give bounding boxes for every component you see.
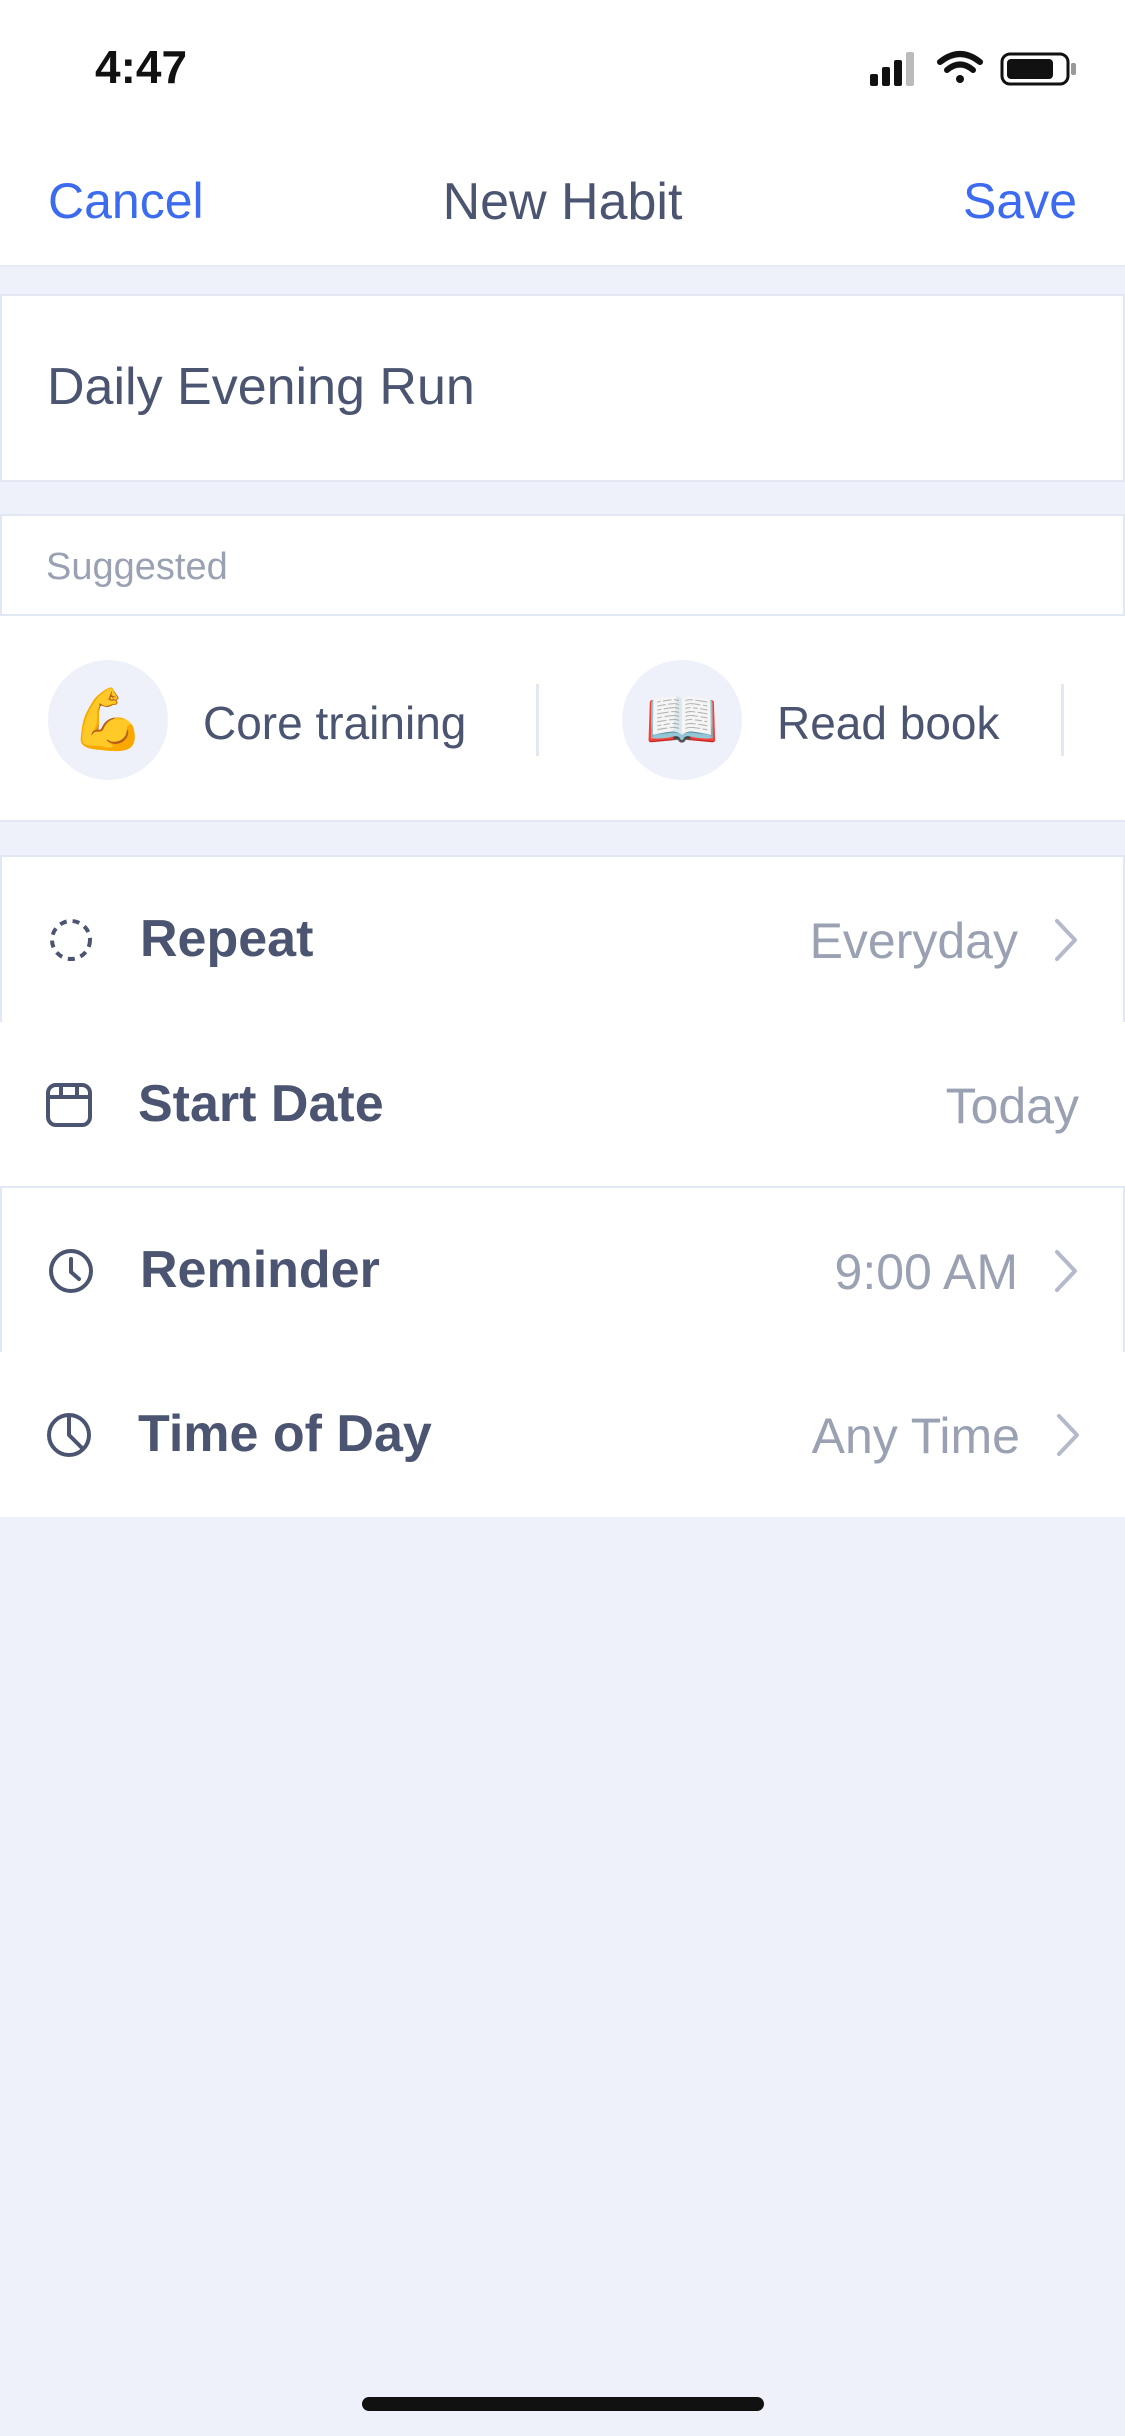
suggestion-label: Read book [777,697,1000,749]
cancel-button[interactable]: Cancel [48,172,204,230]
start-date-title: Start Date [138,1075,384,1133]
suggestion-label: Core training [203,697,467,749]
start-date-value: Today [945,1078,1079,1134]
reminder-title: Reminder [140,1241,380,1299]
time-of-day-row[interactable]: Time of Day Any Time [0,1352,1125,1517]
cellular-signal-icon [870,52,914,86]
chevron-right-icon [1057,1414,1079,1456]
time-of-day-value: Any Time [811,1408,1020,1464]
reminder-value: 9:00 AM [834,1244,1018,1300]
divider [1061,684,1064,756]
wifi-icon [937,51,983,83]
status-time: 4:47 [95,41,188,93]
nav-bar: Cancel New Habit Save [0,132,1125,267]
suggestions-list: 💪 Core training 📖 Read book [0,616,1125,822]
repeat-value: Everyday [809,913,1018,969]
save-button[interactable]: Save [963,172,1077,230]
reminder-row[interactable]: Reminder 9:00 AM [0,1186,1125,1355]
flexed-biceps-icon: 💪 [48,660,168,780]
time-of-day-title: Time of Day [138,1405,432,1463]
status-icons [870,48,1080,88]
calendar-icon [46,1083,92,1127]
repeat-title: Repeat [140,910,314,968]
chevron-right-icon [1055,919,1077,961]
suggested-label: Suggested [46,546,228,588]
suggested-header: Suggested [0,514,1125,616]
start-date-row[interactable]: Start Date Today [0,1022,1125,1187]
status-bar: 4:47 [0,0,1125,132]
chevron-right-icon [1055,1250,1077,1292]
repeat-icon [50,919,92,961]
repeat-row[interactable]: Repeat Everyday [0,855,1125,1024]
habit-name-input[interactable] [45,346,1049,428]
home-indicator[interactable] [362,2397,764,2411]
habit-name-field [0,294,1125,482]
battery-icon [1000,52,1076,86]
open-book-icon: 📖 [622,660,742,780]
time-of-day-icon [47,1413,91,1457]
alarm-clock-icon [49,1249,93,1293]
divider [536,684,539,756]
